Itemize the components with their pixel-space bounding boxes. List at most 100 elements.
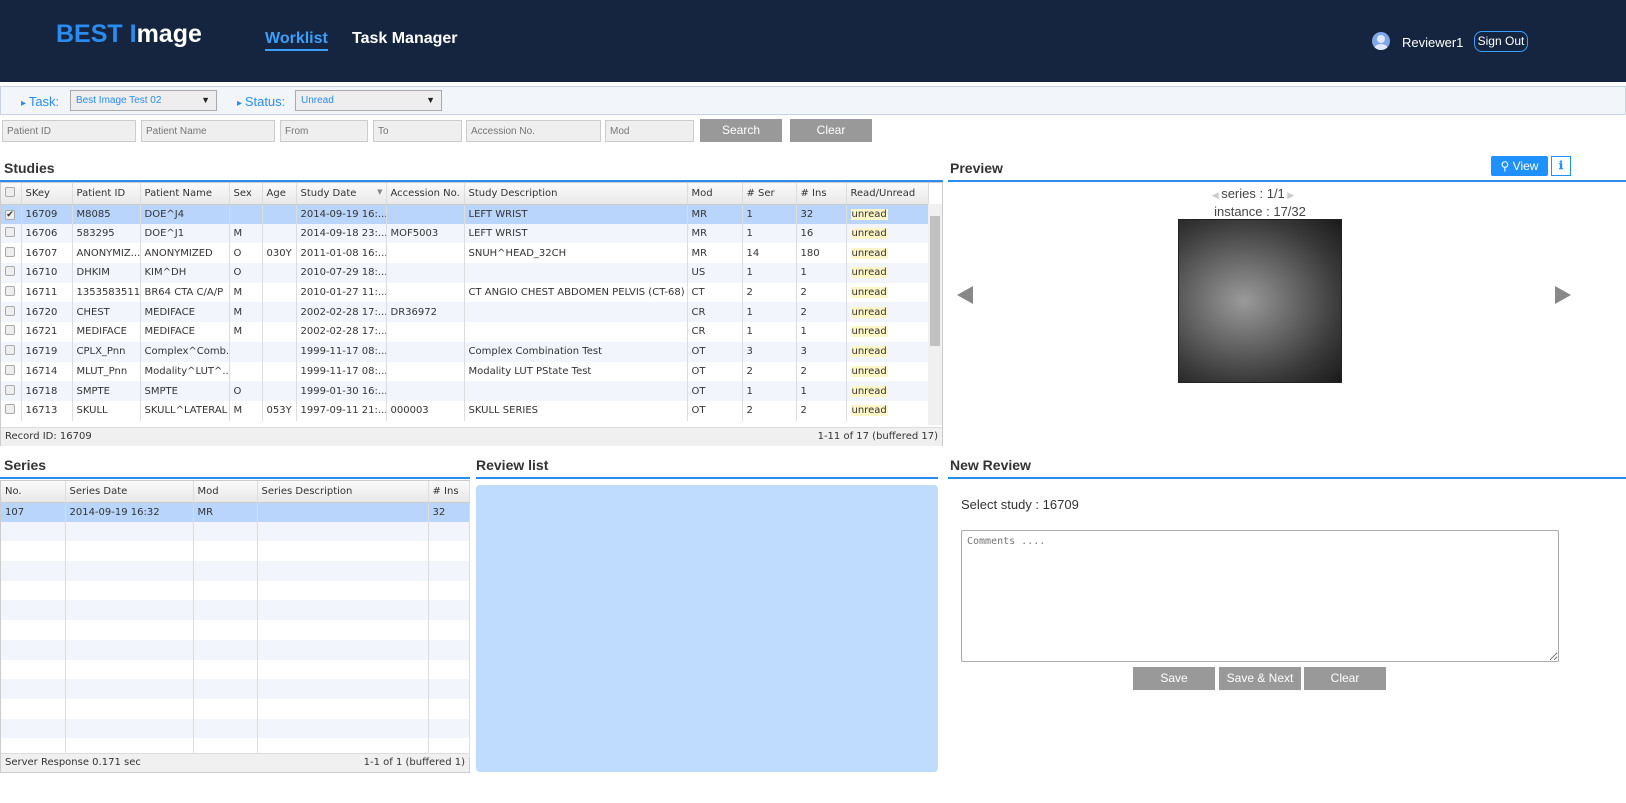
table-row[interactable]: 16706 583295 DOE^J1 M 2014-09-18 23:... MOF50… — [1, 223, 929, 244]
table-cell — [1, 561, 66, 581]
save-next-button[interactable]: Save & Next — [1219, 667, 1301, 690]
row-checkbox[interactable] — [1, 302, 22, 323]
table-cell: 1997-09-11 21:... — [296, 400, 387, 421]
table-cell — [262, 381, 297, 401]
column-header[interactable]: Patient ID — [72, 183, 141, 205]
table-cell: 2 — [796, 282, 847, 303]
column-header[interactable]: Mod — [687, 183, 743, 205]
table-row[interactable]: 16710 DHKIM KIM^DH O 2010-07-29 18:... US 1 1 un… — [1, 263, 929, 283]
table-cell — [193, 521, 258, 542]
next-instance-icon[interactable] — [1555, 286, 1571, 304]
row-checkbox[interactable] — [1, 361, 22, 382]
scrollbar-thumb[interactable] — [930, 216, 940, 346]
table-cell: 16 — [796, 223, 847, 244]
table-row[interactable]: 16707 ANONYMIZ... ANONYMIZED O 030Y 2011-01-0… — [1, 243, 929, 264]
table-cell: 1 — [742, 263, 797, 283]
table-cell: 2 — [742, 282, 797, 303]
row-checkbox[interactable] — [1, 263, 22, 283]
table-cell: 107 — [1, 502, 66, 522]
table-cell — [257, 561, 429, 581]
row-checkbox[interactable] — [1, 282, 22, 303]
table-cell: 1999-11-17 08:... — [296, 341, 387, 362]
table-cell: M — [229, 302, 263, 323]
row-checkbox[interactable] — [1, 400, 22, 421]
series-next-icon[interactable]: ▶ — [1285, 190, 1294, 200]
table-row[interactable]: 16721 MEDIFACE MEDIFACE M 2002-02-28 17:... C… — [1, 322, 929, 342]
clear-review-button[interactable]: Clear — [1304, 667, 1386, 690]
preview-image[interactable] — [1178, 219, 1342, 383]
series-prev-icon[interactable]: ◀ — [1212, 190, 1221, 200]
column-header[interactable]: # Ins — [796, 183, 847, 205]
empty-row — [1, 639, 470, 660]
table-cell — [464, 263, 688, 283]
table-cell: Modality^LUT^... — [140, 361, 230, 382]
column-header[interactable]: Sex — [229, 183, 263, 205]
row-checkbox[interactable] — [1, 243, 22, 264]
column-header[interactable]: SKey — [21, 183, 73, 205]
table-cell — [262, 361, 297, 382]
preview-title: Preview — [950, 160, 1003, 176]
column-header[interactable]: # Ser — [742, 183, 797, 205]
select-all-checkbox[interactable] — [1, 183, 22, 205]
table-cell: SMPTE — [140, 381, 230, 401]
search-button[interactable]: Search — [700, 119, 782, 142]
comments-textarea[interactable] — [961, 530, 1559, 662]
column-header[interactable]: Age — [262, 183, 297, 205]
table-cell — [386, 381, 465, 401]
table-row[interactable]: 16711 1353583511 BR64 CTA C/A/P M 2010-01-27… — [1, 282, 929, 303]
from-date-input[interactable] — [280, 120, 368, 142]
table-row[interactable]: ✔ 16709 M8085 DOE^J4 2014-09-19 16:... LEFT W… — [1, 204, 929, 224]
column-header[interactable]: Mod — [193, 481, 258, 503]
table-cell: unread — [846, 204, 929, 224]
task-select[interactable]: Best Image Test 02 — [70, 90, 217, 111]
save-button[interactable]: Save — [1133, 667, 1215, 690]
table-cell — [1, 580, 66, 601]
clear-search-button[interactable]: Clear — [790, 119, 872, 142]
column-header[interactable]: Read/Unread — [846, 183, 929, 205]
table-cell — [428, 620, 470, 640]
column-header[interactable]: Study Description — [464, 183, 688, 205]
top-header: BEST Image Worklist Task Manager Reviewe… — [0, 0, 1626, 82]
table-row[interactable]: 16714 MLUT_Pnn Modality^LUT^... 1999-11-17 … — [1, 361, 929, 382]
divider — [476, 477, 938, 479]
patient-id-input[interactable] — [2, 120, 136, 142]
table-cell: M8085 — [72, 204, 141, 224]
studies-scrollbar[interactable] — [928, 204, 942, 425]
mod-input[interactable] — [605, 120, 694, 142]
table-row[interactable]: 16720 CHEST MEDIFACE M 2002-02-28 17:... DR36… — [1, 302, 929, 323]
table-cell — [257, 659, 429, 680]
column-header[interactable]: No. — [1, 481, 66, 503]
status-select[interactable]: Unread — [295, 90, 442, 111]
prev-instance-icon[interactable] — [957, 286, 973, 304]
table-cell: 583295 — [72, 223, 141, 244]
table-cell: OT — [687, 341, 743, 362]
info-icon[interactable]: ℹ — [1551, 156, 1571, 176]
table-row[interactable]: 16713 SKULL SKULL^LATERAL M 053Y 1997-09-11 2… — [1, 400, 929, 421]
table-row[interactable]: 16719 CPLX_Pnn Complex^Comb... 1999-11-17 0… — [1, 341, 929, 362]
column-header[interactable]: Series Date — [65, 481, 194, 503]
sign-out-button[interactable]: Sign Out — [1474, 31, 1528, 52]
column-header[interactable]: Patient Name — [140, 183, 230, 205]
nav-worklist[interactable]: Worklist — [265, 30, 328, 51]
row-checkbox[interactable]: ✔ — [1, 204, 22, 224]
column-header[interactable]: Accession No. — [386, 183, 465, 205]
column-header[interactable]: Series Description — [257, 481, 429, 503]
accession-input[interactable] — [466, 120, 601, 142]
row-checkbox[interactable] — [1, 322, 22, 342]
table-cell: CT ANGIO CHEST ABDOMEN PELVIS (CT-68) — [464, 282, 688, 303]
column-header[interactable]: # Ins — [428, 481, 470, 503]
table-cell: MEDIFACE — [72, 322, 141, 342]
table-row[interactable]: 16718 SMPTE SMPTE O 1999-01-30 16:... OT 1 1 unr… — [1, 381, 929, 401]
row-checkbox[interactable] — [1, 381, 22, 401]
to-date-input[interactable] — [373, 120, 462, 142]
view-button[interactable]: ⚲ View — [1491, 156, 1548, 176]
table-cell: unread — [846, 381, 929, 401]
nav-task-manager[interactable]: Task Manager — [352, 30, 458, 48]
row-checkbox[interactable] — [1, 223, 22, 244]
column-header[interactable]: ▼ Study Date — [296, 183, 387, 205]
table-cell: MEDIFACE — [140, 322, 230, 342]
table-cell — [65, 698, 194, 719]
row-checkbox[interactable] — [1, 341, 22, 362]
table-row[interactable]: 107 2014-09-19 16:32 MR 32 — [1, 502, 470, 522]
patient-name-input[interactable] — [141, 120, 275, 142]
